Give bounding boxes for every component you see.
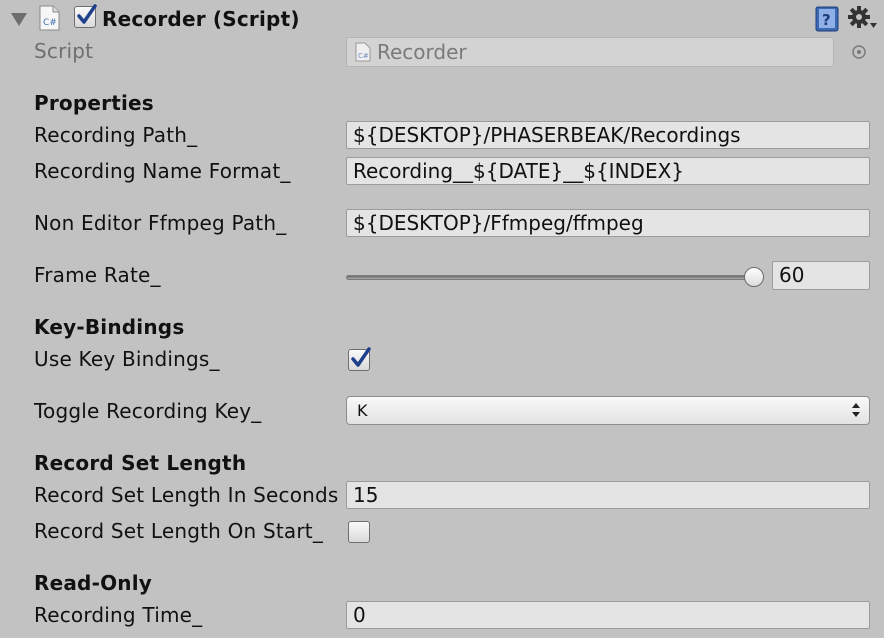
ffmpeg-path-input[interactable]: ${DESKTOP}/Ffmpeg/ffmpeg xyxy=(346,209,870,237)
section-header-read-only: Read-Only xyxy=(34,571,153,595)
recording-path-label: Recording Path_ xyxy=(34,123,198,147)
component-title: Recorder (Script) xyxy=(102,7,300,31)
toggle-recording-key-value: K xyxy=(357,401,368,420)
recording-path-input[interactable]: ${DESKTOP}/PHASERBEAK/Recordings xyxy=(346,121,870,149)
frame-rate-label: Frame Rate_ xyxy=(34,263,161,287)
recording-time-label: Recording Time_ xyxy=(34,603,203,627)
recording-name-format-label: Recording Name Format_ xyxy=(34,159,291,183)
record-set-length-seconds-label: Record Set Length In Seconds xyxy=(34,483,339,507)
record-set-length-on-start-checkbox[interactable] xyxy=(348,521,370,543)
recording-time-input[interactable]: 0 xyxy=(346,601,870,629)
section-header-properties: Properties xyxy=(34,91,154,115)
dropdown-arrows-icon xyxy=(852,403,860,417)
ffmpeg-path-label: Non Editor Ffmpeg Path_ xyxy=(34,211,287,235)
csharp-file-icon: C# xyxy=(355,42,371,62)
svg-text:?: ? xyxy=(822,11,831,29)
object-picker-icon[interactable] xyxy=(851,44,867,64)
section-header-key-bindings: Key-Bindings xyxy=(34,315,185,339)
csharp-script-icon: C# xyxy=(38,5,60,31)
book-help-icon[interactable]: ? xyxy=(814,5,840,37)
script-label: Script xyxy=(34,39,94,63)
record-set-length-on-start-label: Record Set Length On Start_ xyxy=(34,519,324,543)
script-name: Recorder xyxy=(377,40,467,64)
use-key-bindings-label: Use Key Bindings_ xyxy=(34,347,220,371)
triangle-down-icon xyxy=(11,13,27,26)
recording-name-format-input[interactable]: Recording__${DATE}__${INDEX} xyxy=(346,157,870,185)
frame-rate-slider-track[interactable] xyxy=(346,275,754,280)
gear-icon[interactable] xyxy=(848,5,878,35)
component-enabled-checkbox[interactable] xyxy=(74,4,97,28)
section-header-record-set-length: Record Set Length xyxy=(34,451,247,475)
foldout-arrow[interactable] xyxy=(10,11,28,31)
checkmark-icon xyxy=(351,347,371,367)
script-object-field[interactable]: C# Recorder xyxy=(346,37,834,67)
svg-text:C#: C# xyxy=(43,18,57,28)
toggle-recording-key-dropdown[interactable]: K xyxy=(346,396,870,425)
svg-text:C#: C# xyxy=(358,52,369,60)
frame-rate-slider-thumb[interactable] xyxy=(744,267,764,287)
checkmark-icon xyxy=(77,4,97,24)
frame-rate-input[interactable]: 60 xyxy=(772,261,870,290)
use-key-bindings-checkbox[interactable] xyxy=(348,347,371,371)
record-set-length-seconds-input[interactable]: 15 xyxy=(346,481,870,509)
toggle-recording-key-label: Toggle Recording Key_ xyxy=(34,399,262,423)
